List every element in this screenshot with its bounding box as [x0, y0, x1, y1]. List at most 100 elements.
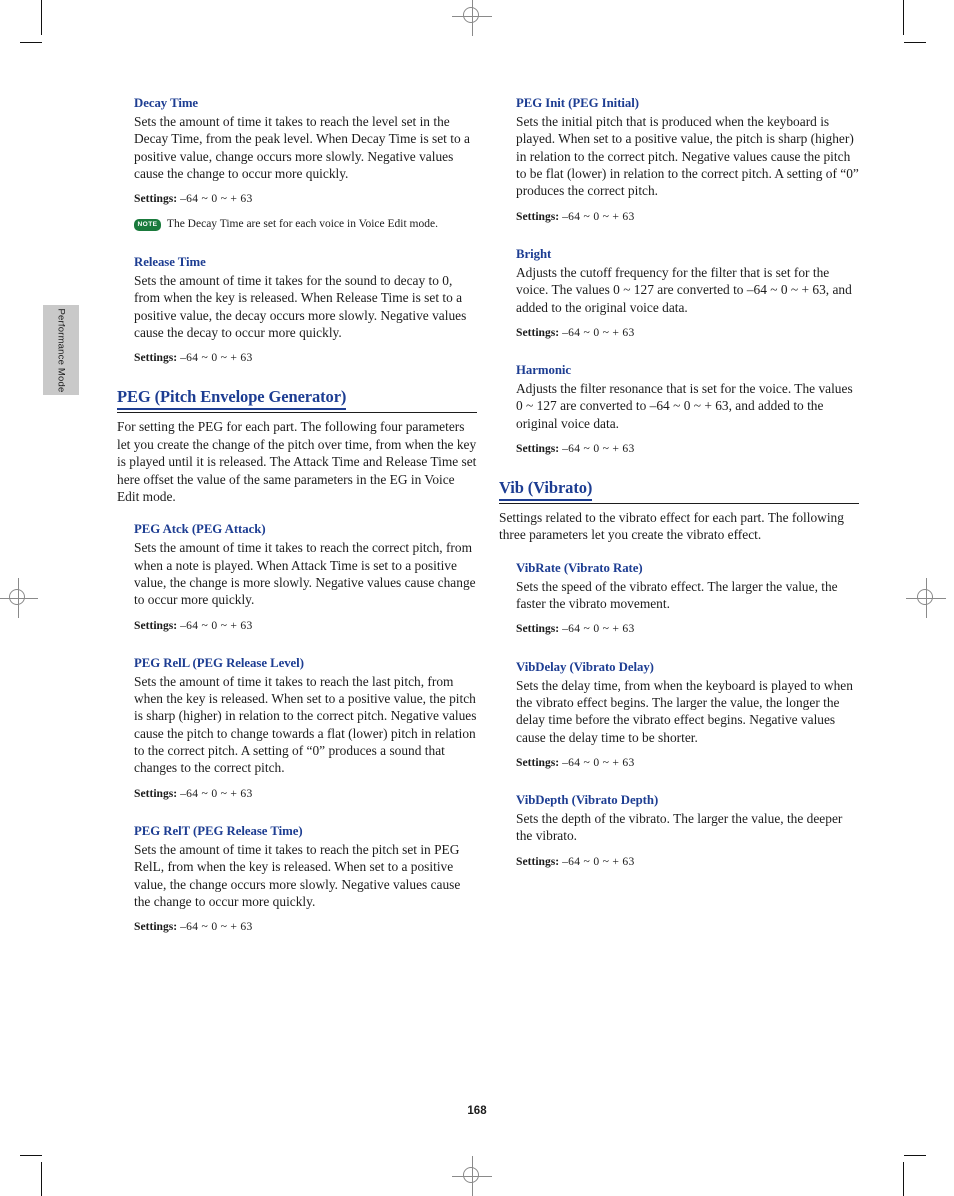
settings-label: Settings: — [516, 442, 560, 456]
sub-heading: PEG RelL (PEG Release Level) — [134, 655, 304, 670]
entry-peg-relt: PEG RelT (PEG Release Time) Sets the amo… — [134, 824, 477, 934]
settings-value: –64 ~ 0 ~ + 63 — [562, 622, 635, 636]
settings-label: Settings: — [134, 786, 178, 800]
entry-vibdepth: VibDepth (Vibrato Depth) Sets the depth … — [516, 793, 859, 869]
entry-harmonic: Harmonic Adjusts the filter resonance th… — [516, 363, 859, 456]
note-icon: NOTE — [134, 219, 161, 232]
settings-line: Settings: –64 ~ 0 ~ + 63 — [134, 191, 477, 206]
body-text: Adjusts the cutoff frequency for the fil… — [516, 264, 852, 315]
settings-label: Settings: — [134, 192, 178, 206]
settings-label: Settings: — [134, 618, 178, 632]
settings-value: –64 ~ 0 ~ + 63 — [180, 192, 253, 206]
entry-peg-atck: PEG Atck (PEG Attack) Sets the amount of… — [134, 522, 477, 632]
sub-heading: VibDepth (Vibrato Depth) — [516, 793, 659, 808]
registration-mark-left — [0, 578, 38, 618]
settings-value: –64 ~ 0 ~ + 63 — [180, 351, 253, 365]
settings-value: –64 ~ 0 ~ + 63 — [562, 854, 635, 868]
settings-value: –64 ~ 0 ~ + 63 — [562, 755, 635, 769]
settings-line: Settings: –64 ~ 0 ~ + 63 — [134, 786, 477, 801]
sub-heading: Release Time — [134, 254, 206, 269]
body-text: Settings related to the vibrato effect f… — [499, 510, 844, 543]
body-text: Sets the initial pitch that is produced … — [516, 113, 859, 199]
settings-label: Settings: — [134, 351, 178, 365]
registration-mark-bottom — [452, 1156, 492, 1196]
section-heading: PEG (Pitch Envelope Generator) — [117, 387, 477, 414]
entry-peg-section: PEG (Pitch Envelope Generator) For setti… — [117, 387, 477, 505]
sub-heading: VibRate (Vibrato Rate) — [516, 560, 643, 575]
note-text: The Decay Time are set for each voice in… — [166, 218, 438, 231]
body-text: Sets the delay time, from when the keybo… — [516, 677, 853, 745]
settings-line: Settings: –64 ~ 0 ~ + 63 — [516, 441, 859, 456]
settings-label: Settings: — [516, 622, 560, 636]
body-text: For setting the PEG for each part. The f… — [117, 419, 477, 504]
settings-label: Settings: — [516, 755, 560, 769]
settings-label: Settings: — [134, 920, 178, 934]
settings-line: Settings: –64 ~ 0 ~ + 63 — [134, 919, 477, 934]
settings-value: –64 ~ 0 ~ + 63 — [180, 920, 253, 934]
body-text: Sets the amount of time it takes for the… — [134, 272, 467, 341]
sub-heading: PEG RelT (PEG Release Time) — [134, 823, 303, 838]
manual-page: Performance Mode Decay Time Sets the amo… — [0, 0, 954, 1196]
settings-line: Settings: –64 ~ 0 ~ + 63 — [516, 325, 859, 340]
body-text: Adjusts the filter resonance that is set… — [516, 380, 853, 431]
settings-line: Settings: –64 ~ 0 ~ + 63 — [516, 854, 859, 869]
crop-mark-bottom-right-horizontal — [904, 1155, 926, 1156]
registration-mark-top — [452, 0, 492, 36]
note-row: NOTE The Decay Time are set for each voi… — [134, 217, 477, 232]
crop-mark-top-left-horizontal — [20, 42, 42, 43]
sub-heading: Bright — [516, 246, 552, 261]
right-column: PEG Init (PEG Initial) Sets the initial … — [499, 96, 859, 869]
settings-label: Settings: — [516, 209, 560, 223]
settings-line: Settings: –64 ~ 0 ~ + 63 — [516, 755, 859, 770]
settings-line: Settings: –64 ~ 0 ~ + 63 — [516, 209, 859, 224]
sub-heading: Harmonic — [516, 362, 572, 377]
body-text: Sets the speed of the vibrato effect. Th… — [516, 578, 838, 612]
entry-release-time: Release Time Sets the amount of time it … — [134, 255, 477, 365]
section-heading-label: Vib (Vibrato) — [499, 478, 592, 502]
settings-value: –64 ~ 0 ~ + 63 — [180, 786, 253, 800]
sub-heading: PEG Atck (PEG Attack) — [134, 522, 266, 537]
crop-mark-top-right-vertical — [903, 0, 904, 35]
settings-value: –64 ~ 0 ~ + 63 — [180, 618, 253, 632]
entry-bright: Bright Adjusts the cutoff frequency for … — [516, 247, 859, 340]
entry-peg-rell: PEG RelL (PEG Release Level) Sets the am… — [134, 656, 477, 801]
entry-decay-time: Decay Time Sets the amount of time it ta… — [134, 96, 477, 232]
left-column: Decay Time Sets the amount of time it ta… — [117, 96, 477, 934]
entry-peg-init: PEG Init (PEG Initial) Sets the initial … — [516, 96, 859, 224]
body-text: Sets the amount of time it takes to reac… — [134, 540, 476, 608]
settings-label: Settings: — [516, 325, 560, 339]
side-tab-label: Performance Mode — [55, 308, 67, 392]
section-heading-label: PEG (Pitch Envelope Generator) — [117, 387, 346, 411]
registration-mark-right — [906, 578, 946, 618]
entry-vibdelay: VibDelay (Vibrato Delay) Sets the delay … — [516, 660, 859, 770]
crop-mark-top-left-vertical — [41, 0, 42, 35]
entry-vib-section: Vib (Vibrato) Settings related to the vi… — [499, 478, 859, 544]
settings-value: –64 ~ 0 ~ + 63 — [562, 209, 635, 223]
settings-line: Settings: –64 ~ 0 ~ + 63 — [516, 621, 859, 636]
settings-line: Settings: –64 ~ 0 ~ + 63 — [134, 618, 477, 633]
body-text: Sets the depth of the vibrato. The large… — [516, 811, 843, 844]
section-heading-rule — [499, 503, 859, 505]
crop-mark-bottom-right-vertical — [903, 1162, 904, 1196]
sub-heading: PEG Init (PEG Initial) — [516, 96, 639, 110]
sub-heading: Decay Time — [134, 96, 199, 110]
body-text: Sets the amount of time it takes to reac… — [134, 841, 461, 909]
settings-line: Settings: –64 ~ 0 ~ + 63 — [134, 350, 477, 365]
entry-vibrate: VibRate (Vibrato Rate) Sets the speed of… — [516, 561, 859, 637]
crop-mark-top-right-horizontal — [904, 42, 926, 43]
body-text: Sets the amount of time it takes to reac… — [134, 673, 477, 776]
crop-mark-bottom-left-vertical — [41, 1162, 42, 1196]
section-heading-rule — [117, 412, 477, 414]
body-text: Sets the amount of time it takes to reac… — [134, 113, 470, 182]
